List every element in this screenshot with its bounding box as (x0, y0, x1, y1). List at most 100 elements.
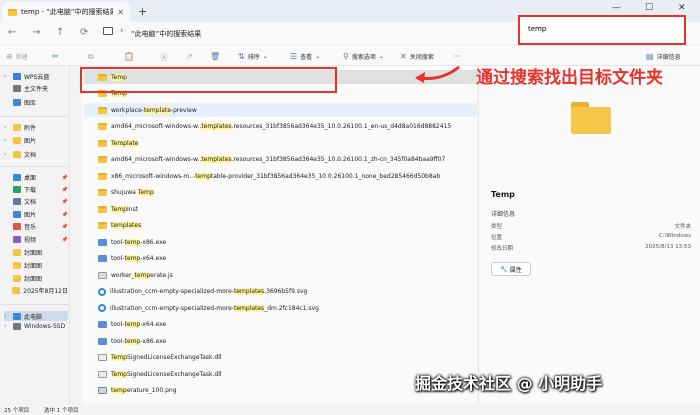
search-match: templates (233, 304, 265, 312)
svg-file-icon (98, 304, 106, 312)
search-box[interactable] (518, 15, 686, 45)
sidebar-item[interactable]: 图片 📌 (4, 210, 68, 219)
chevron-right-icon[interactable]: › (4, 313, 10, 320)
sidebar-item[interactable]: 桌面 📌 (4, 173, 68, 182)
view-button[interactable]: ☰ 查看 ⌄ (290, 52, 320, 61)
file-row[interactable]: tool-temp-x64.exe (84, 252, 477, 266)
file-row[interactable]: tool-temp-x86.exe (84, 235, 477, 249)
file-row[interactable]: TempSignedLicenseExchangeTask.dll (84, 351, 477, 365)
minimize-button[interactable]: — (612, 3, 621, 13)
file-row[interactable]: tool-temp-x64.exe (84, 318, 477, 332)
folder-icon (13, 124, 21, 131)
rename-button[interactable]: Ⓐ (160, 52, 168, 63)
sidebar-item[interactable]: 封面图 (4, 248, 68, 257)
refresh-button[interactable]: ⟳ (80, 27, 88, 38)
copy-button[interactable]: ⧉ (88, 52, 94, 62)
sidebar-item[interactable]: › 图片 (4, 136, 68, 145)
folder-icon (13, 275, 21, 282)
sidebar-item-label: 文档 (24, 152, 37, 159)
sidebar-item[interactable]: › 文档 (4, 150, 68, 159)
search-options-button[interactable]: ⚲ 搜索选项 ⌄ (343, 52, 384, 61)
chevron-right-icon[interactable]: › (4, 124, 10, 131)
folder-icon (571, 102, 611, 134)
file-row[interactable]: tool-temp-x86.exe (84, 334, 477, 348)
chevron-right-icon[interactable]: › (4, 323, 10, 330)
file-row[interactable]: x86_microsoft-windows-m..-temptable-prov… (84, 169, 477, 183)
delete-button[interactable]: 🗑 (210, 52, 220, 61)
up-button[interactable]: ↑ (56, 27, 64, 38)
file-name-part: -preview (170, 106, 197, 114)
sidebar-item[interactable]: › WPS云盘 (4, 72, 68, 81)
file-row[interactable]: amd64_microsoft-windows-w..templates.res… (84, 120, 477, 134)
sidebar-item[interactable]: 封面图 (4, 261, 68, 270)
more-button[interactable]: ··· (453, 52, 461, 61)
details-section: 详细信息 (491, 211, 516, 218)
sort-icon: ⇅ (238, 52, 245, 61)
sidebar-item[interactable]: › Windows-SSD (4, 323, 68, 330)
file-name: amd64_microsoft-windows-w..templates.res… (111, 156, 445, 163)
sidebar-item[interactable]: 图库 (4, 98, 68, 107)
file-name-part: tool- (111, 255, 125, 262)
chevron-right-icon[interactable]: › (4, 137, 10, 144)
search-match: templates (111, 222, 142, 229)
file-row[interactable]: amd64_microsoft-windows-w..templates.res… (84, 153, 477, 167)
sidebar-item[interactable]: 视频 📌 (4, 235, 68, 244)
sidebar-item[interactable]: 主文件夹 (4, 84, 68, 93)
details-row-location: 位置 C:\Windows (491, 233, 691, 241)
wrench-icon: 🔧 (500, 265, 508, 273)
sidebar-item[interactable]: 2025年8月12日 (4, 286, 68, 295)
sidebar-item[interactable]: › 附件 (4, 123, 68, 132)
new-label: 新建 (15, 54, 28, 61)
watermark: 掘金技术社区 @ 小明助手 (415, 374, 603, 393)
forward-button[interactable]: → (32, 27, 40, 38)
file-row[interactable]: worker_temperate.js (84, 268, 477, 282)
maximize-button[interactable]: ☐ (645, 3, 653, 13)
sidebar-item[interactable]: 下载 📌 (4, 185, 68, 194)
paste-button[interactable]: 📋 (124, 52, 134, 61)
cut-button[interactable]: ✂ (52, 52, 59, 61)
file-row[interactable]: TempInst (84, 202, 477, 216)
chevron-right-icon[interactable]: › (4, 151, 10, 158)
file-name-part: SignedLicenseExchangeTask.dll (127, 354, 222, 361)
close-tab-icon[interactable]: ✕ (117, 8, 124, 17)
file-name: tool-temp-x86.exe (111, 337, 166, 345)
sort-button[interactable]: ⇅ 排序 ⌄ (238, 52, 268, 61)
sidebar-item[interactable]: › 此电脑 (4, 311, 68, 321)
file-name-part: .resources_31bf3856ad364e35_10.0.26100.1… (231, 156, 446, 163)
file-row[interactable]: Template (84, 136, 477, 150)
sidebar-item[interactable]: 音乐 📌 (4, 222, 68, 231)
computer-icon (103, 27, 113, 35)
sidebar-item[interactable]: 封面图 (4, 274, 68, 283)
details-button[interactable]: ▤ 详细信息 (646, 52, 681, 61)
file-row[interactable]: templates (84, 219, 477, 233)
file-row[interactable]: shujuwa Temp (84, 186, 477, 200)
file-name-part: SignedLicenseExchangeTask.dll (127, 370, 222, 378)
close-window-button[interactable]: ✕ (678, 3, 686, 13)
sidebar-item-label: 封面图 (24, 276, 43, 283)
close-search-button[interactable]: ✕ 关闭搜索 (400, 52, 434, 61)
file-row[interactable]: illustration_ccm-empty-specialized-more-… (84, 301, 477, 315)
file-name-part: x86_microsoft-windows-m..- (111, 172, 196, 180)
file-row[interactable]: illustration_ccm-empty-specialized-more-… (84, 285, 477, 299)
new-button[interactable]: ⊕ 新建 (6, 52, 28, 61)
copy-icon: ⧉ (88, 52, 94, 61)
sidebar-item[interactable]: 文档 📌 (4, 197, 68, 206)
file-row[interactable]: workplace-template-preview (84, 103, 477, 117)
properties-button[interactable]: 🔧 属性 (491, 262, 531, 276)
file-name: amd64_microsoft-windows-w..templates.res… (111, 123, 451, 130)
divider (0, 116, 70, 117)
share-button[interactable]: ↗ (186, 52, 193, 61)
file-name: workplace-template-preview (111, 106, 197, 114)
file-name: tool-temp-x64.exe (111, 321, 166, 328)
view-label: 查看 (300, 54, 313, 61)
tab-search-results[interactable]: temp - “此电脑”中的搜索结果 ✕ (2, 2, 130, 22)
chevron-right-icon[interactable]: › (4, 73, 10, 80)
new-tab-button[interactable]: + (138, 5, 147, 18)
js-file-icon (98, 271, 107, 279)
folder-icon (13, 262, 21, 269)
file-name: temperature_100.png (111, 387, 177, 394)
back-button[interactable]: ← (8, 27, 16, 38)
search-input[interactable] (528, 25, 668, 33)
file-name: illustration_ccm-empty-specialized-more-… (110, 304, 319, 312)
address-path[interactable]: “此电脑”中的搜索结果 (131, 29, 201, 39)
